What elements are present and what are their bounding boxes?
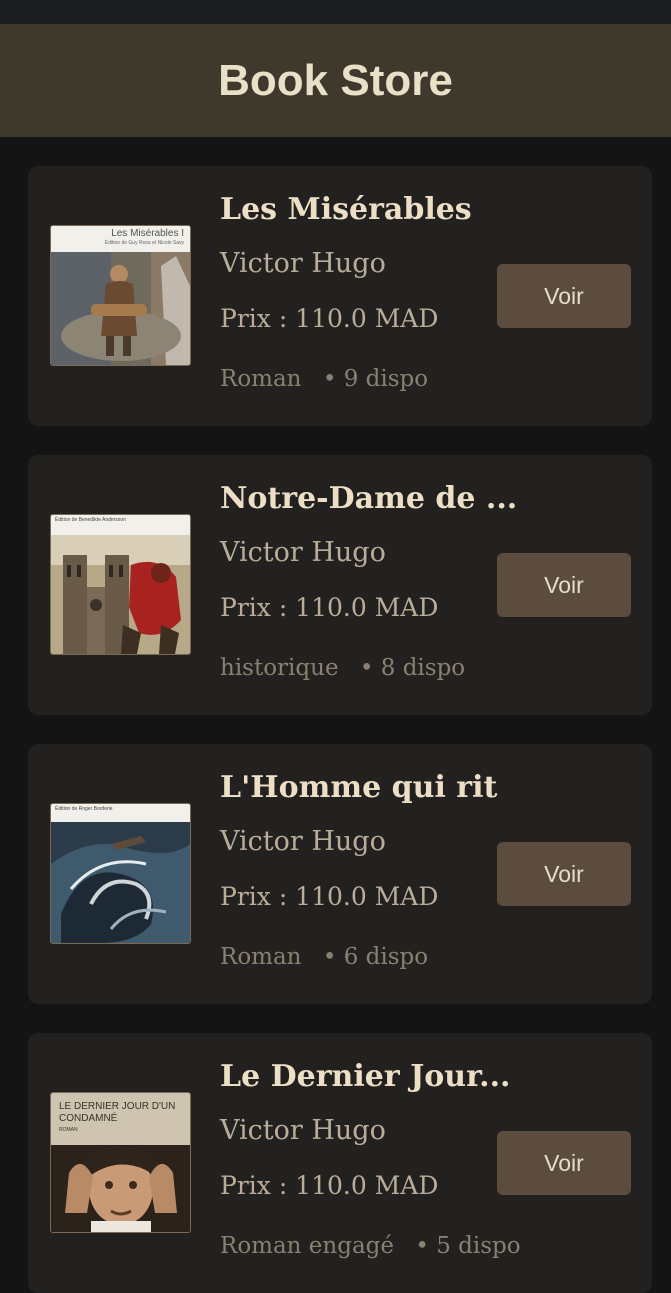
book-cover-image: LE DERNIER JOUR D'UN CONDAMNÉ ROMAN (50, 1092, 191, 1233)
cover-title-text: Édition de Benedikte Andersson (55, 517, 126, 523)
book-author: Victor Hugo (220, 248, 386, 279)
book-stock: • 6 dispo (322, 944, 429, 970)
book-genre: Roman (220, 366, 302, 392)
book-title: Notre-Dame de ... (220, 481, 518, 516)
app-bar: Book Store (0, 24, 671, 137)
status-bar (0, 0, 671, 24)
book-title: Le Dernier Jour... (220, 1059, 511, 1094)
book-price: Prix : 110.0 MAD (220, 593, 439, 622)
book-title: L'Homme qui rit (220, 770, 498, 805)
cover-title-text: Les Misérables I (111, 228, 184, 239)
voir-button[interactable]: Voir (497, 264, 631, 328)
book-card[interactable]: Édition de Roger Borderie L'Homme qui ri… (28, 744, 652, 1004)
book-genre: historique (220, 655, 339, 681)
voir-button[interactable]: Voir (497, 842, 631, 906)
book-genre: Roman (220, 944, 302, 970)
book-genre: Roman engagé (220, 1233, 395, 1259)
book-card[interactable]: Édition de Benedikte Andersson Notre-Dam… (28, 455, 652, 715)
cover-subtitle-text: Édition de Guy Rosa et Nicole Savy (104, 240, 184, 246)
book-meta: Roman • 6 dispo (220, 944, 432, 970)
book-cover-image: Les Misérables I Édition de Guy Rosa et … (50, 225, 191, 366)
app-title: Book Store (218, 55, 453, 105)
book-author: Victor Hugo (220, 537, 386, 568)
book-author: Victor Hugo (220, 1115, 386, 1146)
voir-button[interactable]: Voir (497, 553, 631, 617)
book-stock: • 5 dispo (415, 1233, 521, 1259)
book-card[interactable]: Les Misérables I Édition de Guy Rosa et … (28, 166, 652, 426)
book-cover-image: Édition de Roger Borderie (50, 803, 191, 944)
book-meta: historique • 8 dispo (220, 655, 469, 681)
book-meta: Roman • 9 dispo (220, 366, 432, 392)
cover-title-text: LE DERNIER JOUR D'UN CONDAMNÉ (59, 1101, 176, 1124)
book-cover-image: Édition de Benedikte Andersson (50, 514, 191, 655)
cover-subtitle-text: ROMAN (59, 1127, 78, 1133)
book-title: Les Misérables (220, 192, 472, 227)
book-author: Victor Hugo (220, 826, 386, 857)
book-meta: Roman engagé • 5 dispo (220, 1233, 525, 1259)
book-price: Prix : 110.0 MAD (220, 304, 439, 333)
book-stock: • 9 dispo (322, 366, 429, 392)
book-stock: • 8 dispo (359, 655, 466, 681)
book-price: Prix : 110.0 MAD (220, 1171, 439, 1200)
cover-title-text: Édition de Roger Borderie (55, 806, 113, 812)
book-price: Prix : 110.0 MAD (220, 882, 439, 911)
voir-button[interactable]: Voir (497, 1131, 631, 1195)
book-card[interactable]: LE DERNIER JOUR D'UN CONDAMNÉ ROMAN Le D… (28, 1033, 652, 1293)
